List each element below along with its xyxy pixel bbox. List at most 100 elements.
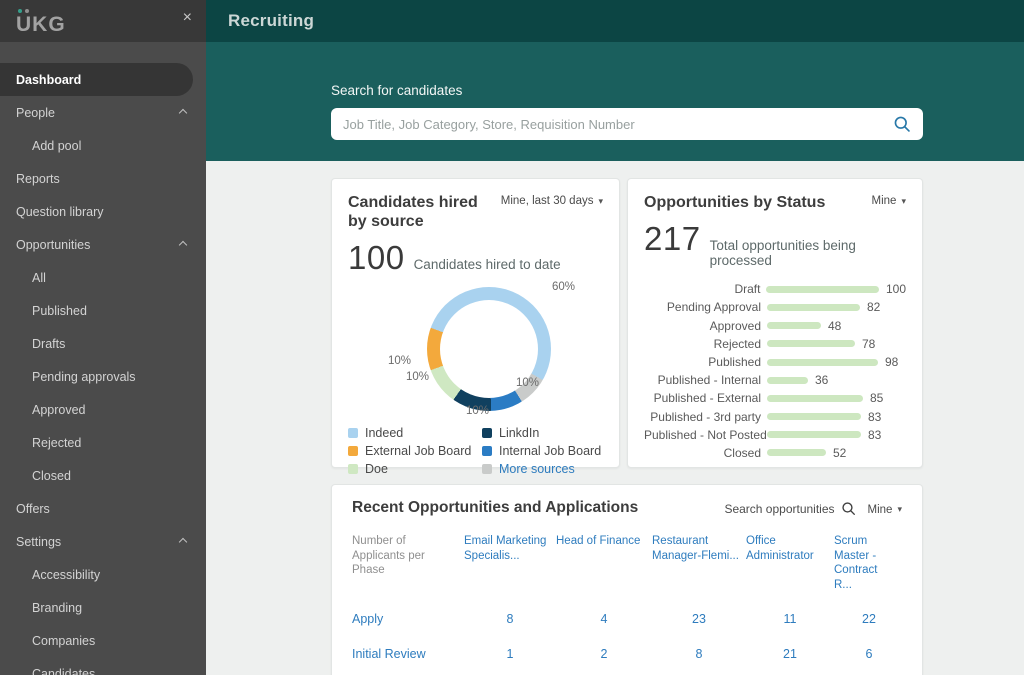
candidate-search-input[interactable] [343,116,893,132]
search-opportunities-label: Search opportunities [724,501,835,516]
sidebar-item-label: Pending approvals [32,369,136,384]
bar-category-label: Pending Approval [666,300,761,315]
chevron-down-icon: ▾ [897,504,902,514]
sidebar-item-branding[interactable]: Branding [0,591,206,624]
legend-label[interactable]: More sources [499,462,575,476]
hired-filter-label: Mine, last 30 days [500,195,594,207]
sidebar-item-label: Settings [16,534,62,549]
status-total-value: 217 [644,220,701,258]
sidebar-item-label: Accessibility [32,567,101,582]
chevron-up-icon [178,537,188,547]
applicant-count-cell[interactable]: 8 [652,636,746,671]
status-bar-row-published-3rd-party: Published - 3rd party 83 [644,408,906,426]
candidates-hired-title: Candidates hired by source [348,194,478,231]
sidebar-item-dashboard[interactable]: Dashboard [0,63,193,96]
sidebar-item-label: All [32,270,46,285]
column-header-opportunity[interactable]: Scrum Master - Contract R... [834,534,904,602]
sidebar-item-label: Question library [16,204,104,219]
search-icon[interactable] [893,115,911,133]
sidebar-item-settings[interactable]: Settings [0,525,206,558]
status-bar-row-rejected: Rejected 78 [644,335,906,353]
applicant-count-cell[interactable]: 22 [834,601,904,636]
legend-label: Internal Job Board [499,444,602,459]
sidebar-item-add-pool[interactable]: Add pool [0,129,206,162]
bar-value: 48 [828,318,842,333]
sidebar-item-accessibility[interactable]: Accessibility [0,558,206,591]
legend-item-more-sources[interactable]: More sources [482,462,603,476]
column-header-opportunity[interactable]: Email Marketing Specialis... [464,534,556,602]
bar-value: 98 [885,355,899,370]
applicant-count-cell[interactable]: 8 [464,601,556,636]
bar-category-label: Published [708,355,761,370]
sidebar-item-companies[interactable]: Companies [0,624,206,657]
sidebar-item-label: Companies [32,633,96,648]
sidebar-item-pending-approvals[interactable]: Pending approvals [0,360,206,393]
sidebar-item-opportunities[interactable]: Opportunities [0,228,206,261]
recent-filter-dropdown[interactable]: Mine ▾ [868,504,902,516]
phase-row-label-initial-review[interactable]: Initial Review [352,636,464,671]
column-header-opportunity[interactable]: Head of Finance [556,534,652,602]
legend-item-linkdin: LinkdIn [482,426,603,440]
donut-legend: Indeed LinkdIn External Job Board Internal … [348,426,603,476]
column-header-phase: Number of Applicants per Phase [352,534,425,577]
bar-category-label: Published - External [653,391,761,406]
applicant-count-cell[interactable]: 8 [464,671,556,675]
applicants-table: Number of Applicants per Phase Email Mark… [352,534,902,675]
applicant-count-cell[interactable]: 4 [556,601,652,636]
search-opportunities-button[interactable]: Search opportunities [724,501,855,516]
close-icon[interactable]: × [183,10,192,26]
applicant-count-cell[interactable]: 11 [746,601,834,636]
sidebar-item-question-library[interactable]: Question library [0,195,206,228]
sidebar-item-offers[interactable]: Offers [0,492,206,525]
sidebar-item-label: Drafts [32,336,66,351]
hired-total-caption: Candidates hired to date [413,257,561,273]
donut-label-external-job-board: 10% [388,355,412,368]
applicant-count-cell[interactable]: 23 [652,601,746,636]
sidebar-item-label: Closed [32,468,71,483]
status-bar-chart: Draft 100 Pending Approval 82 Approved 48 Reje… [644,280,906,462]
applicant-count-cell[interactable]: 21 [746,636,834,671]
column-header-opportunity[interactable]: Restaurant Manager-Flemi... [652,534,746,602]
applicant-count-cell[interactable]: 6 [834,636,904,671]
search-icon [841,502,855,515]
sidebar-item-label: Add pool [32,138,82,153]
hired-filter-dropdown[interactable]: Mine, last 30 days ▾ [501,195,603,207]
applicant-count-cell[interactable]: 8 [556,671,652,675]
status-total-caption: Total opportunities being processed [709,238,856,269]
sidebar-item-candidates[interactable]: Candidates [0,657,206,675]
sidebar-item-all[interactable]: All [0,261,206,294]
sidebar-item-published[interactable]: Published [0,294,206,327]
sidebar-item-closed[interactable]: Closed [0,459,206,492]
applicant-count-cell[interactable]: 3 [834,671,904,675]
bar-value: 85 [870,391,884,406]
sidebar-item-approved[interactable]: Approved [0,393,206,426]
applicant-count-cell[interactable]: 54 [652,671,746,675]
donut-label-linkdin: 10% [466,405,490,418]
recent-opportunities-card: Recent Opportunities and Applications Se… [331,484,923,675]
sidebar-item-people[interactable]: People [0,96,206,129]
status-bar-row-published-internal: Published - Internal 36 [644,371,906,389]
bar-value: 52 [833,445,847,460]
bar-value: 83 [868,409,882,424]
status-filter-dropdown[interactable]: Mine ▾ [872,195,906,207]
bar-category-label: Draft [734,282,761,297]
sidebar-item-rejected[interactable]: Rejected [0,426,206,459]
applicant-count-cell[interactable]: 8 [746,671,834,675]
bar-value: 82 [867,300,881,315]
ukg-logo-text: UKG [16,13,66,36]
applicant-count-cell[interactable]: 1 [464,636,556,671]
bar-category-label: Published - Internal [657,373,761,388]
candidate-search-box[interactable] [331,108,923,140]
phase-row-label-apply[interactable]: Apply [352,601,464,636]
bar [766,285,879,293]
ukg-logo-dots-icon [18,9,29,13]
phase-row-label-assessment[interactable]: Assessment [352,671,464,675]
sidebar-item-drafts[interactable]: Drafts [0,327,206,360]
sidebar-item-reports[interactable]: Reports [0,162,206,195]
legend-label: Doe [365,462,388,477]
ukg-logo: UKG [16,5,66,37]
status-bar-row-pending-approval: Pending Approval 82 [644,298,906,316]
legend-swatch [482,464,492,475]
applicant-count-cell[interactable]: 2 [556,636,652,671]
column-header-opportunity[interactable]: Office Administrator [746,534,834,602]
